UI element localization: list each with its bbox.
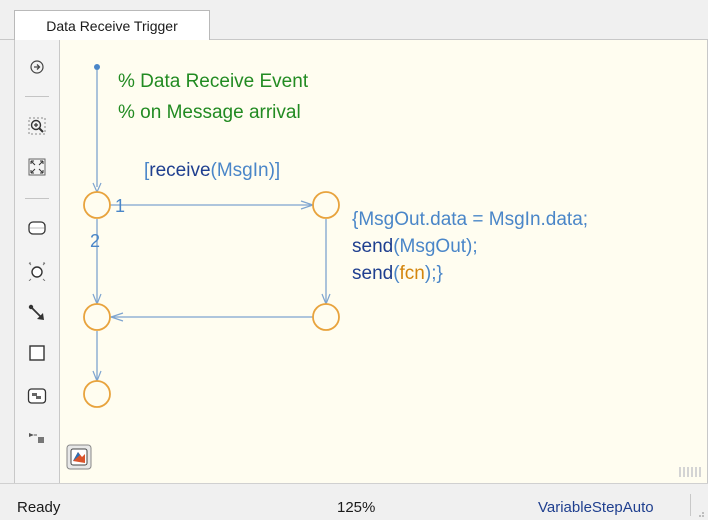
action-line-1: {MsgOut.data = MsgIn.data;	[352, 209, 588, 230]
junction-5[interactable]	[83, 380, 111, 408]
app-logo-button[interactable]	[66, 444, 92, 470]
resize-grip-icon[interactable]	[678, 465, 706, 479]
action-line-3: send(fcn);}	[352, 263, 443, 284]
transition-condition-label[interactable]: [receive(MsgIn)]	[144, 160, 280, 181]
status-text: Ready	[17, 499, 61, 516]
function-tool-icon	[27, 388, 47, 404]
execution-order-2: 2	[90, 231, 100, 251]
port-tool-button[interactable]	[23, 424, 51, 450]
zoom-in-icon	[28, 117, 46, 135]
status-divider	[690, 494, 691, 516]
default-transition-button[interactable]	[23, 300, 51, 326]
toolbar-separator	[25, 96, 49, 97]
state-tool-button[interactable]	[23, 215, 51, 241]
zoom-level[interactable]: 125%	[337, 499, 375, 516]
state-tool-icon	[28, 221, 46, 235]
default-transition-icon	[28, 304, 44, 320]
junction-2[interactable]	[312, 191, 340, 219]
zoom-in-button[interactable]	[23, 113, 51, 139]
chart-toolbar	[14, 40, 60, 483]
junction-tool-icon	[28, 262, 46, 281]
tab-title: Data Receive Trigger	[46, 17, 178, 34]
hide-show-explorer-icon	[30, 60, 44, 74]
execution-order-1: 1	[115, 196, 125, 216]
chart-diagram[interactable]: % Data Receive Event % on Message arriva…	[60, 40, 708, 483]
fit-to-view-icon	[28, 158, 46, 176]
junction-tool-button[interactable]	[23, 258, 51, 284]
action-line-2: send(MsgOut);	[352, 236, 478, 257]
solver-link[interactable]: VariableStepAuto	[538, 499, 654, 516]
transition-action-label[interactable]: {MsgOut.data = MsgIn.data; send(MsgOut);…	[352, 209, 588, 284]
port-tool-icon	[29, 433, 44, 443]
tab-bar: Data Receive Trigger	[0, 0, 708, 40]
hide-show-explorer-button[interactable]	[23, 54, 51, 80]
window-resize-icon[interactable]	[697, 510, 705, 518]
fit-to-view-button[interactable]	[23, 154, 51, 180]
tab-data-receive-trigger[interactable]: Data Receive Trigger	[14, 10, 210, 40]
toolbar-separator	[25, 198, 49, 199]
box-tool-button[interactable]	[23, 340, 51, 366]
default-transition-dot	[94, 64, 100, 70]
junction-4[interactable]	[83, 303, 111, 331]
stateflow-canvas[interactable]: % Data Receive Event % on Message arriva…	[60, 40, 708, 483]
junction-3[interactable]	[312, 303, 340, 331]
function-tool-button[interactable]	[23, 383, 51, 409]
junction-1[interactable]	[83, 191, 111, 219]
comment-line-2: % on Message arrival	[118, 102, 301, 123]
box-tool-icon	[29, 345, 45, 361]
comment-line-1: % Data Receive Event	[118, 71, 309, 92]
status-bar: Ready 125% VariableStepAuto	[0, 483, 708, 520]
